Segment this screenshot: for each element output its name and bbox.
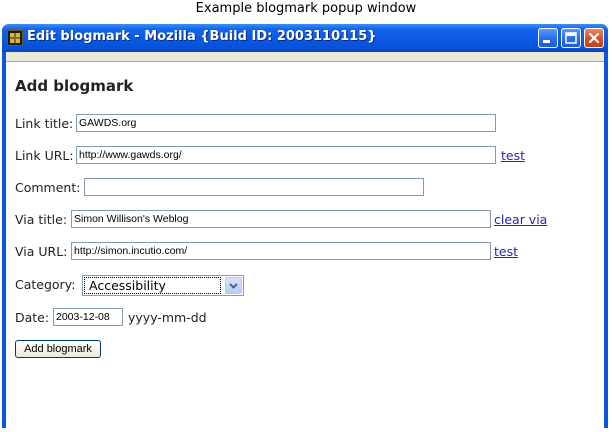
window-title: Edit blogmark - Mozilla {Build ID: 20031…	[27, 29, 377, 44]
date-label: Date:	[15, 310, 50, 325]
comment-label: Comment:	[15, 180, 81, 195]
link-title-input[interactable]	[76, 114, 496, 132]
test-link-url-link[interactable]: test	[501, 148, 525, 163]
close-button[interactable]	[584, 28, 604, 48]
maximize-button[interactable]	[561, 28, 581, 48]
test-via-url-link[interactable]: test	[494, 244, 518, 259]
page-content: Add blogmark Link title: Link URL: test …	[6, 62, 604, 428]
date-format-hint: yyyy-mm-dd	[128, 310, 207, 325]
figure-caption: Example blogmark popup window	[195, 1, 417, 16]
menu-strip-grip[interactable]: ···	[10, 48, 22, 58]
category-label: Category:	[15, 277, 76, 292]
add-blogmark-button[interactable]: Add blogmark	[15, 340, 101, 358]
link-title-label: Link title:	[15, 116, 74, 131]
via-url-input[interactable]	[71, 242, 491, 260]
link-url-input[interactable]	[76, 146, 496, 164]
via-url-label: Via URL:	[15, 244, 68, 259]
category-selected-value: Accessibility	[84, 277, 221, 294]
via-title-label: Via title:	[15, 212, 68, 227]
page-heading: Add blogmark	[15, 77, 134, 95]
category-select[interactable]: Accessibility	[82, 275, 244, 296]
menu-strip: ···	[6, 48, 604, 62]
comment-input[interactable]	[84, 178, 424, 196]
link-url-label: Link URL:	[15, 148, 74, 163]
chevron-down-icon	[229, 283, 238, 289]
mozilla-app-icon	[7, 30, 23, 46]
clear-via-link[interactable]: clear via	[494, 212, 547, 227]
via-title-input[interactable]	[71, 210, 491, 228]
browser-window: Edit blogmark - Mozilla {Build ID: 20031…	[2, 24, 608, 428]
maximize-icon	[565, 32, 577, 44]
category-dropdown-button[interactable]	[225, 277, 242, 294]
close-icon	[588, 32, 600, 44]
minimize-button[interactable]	[538, 28, 558, 48]
minimize-icon	[543, 40, 550, 43]
date-input[interactable]	[53, 308, 123, 326]
title-bar[interactable]: Edit blogmark - Mozilla {Build ID: 20031…	[2, 24, 608, 52]
